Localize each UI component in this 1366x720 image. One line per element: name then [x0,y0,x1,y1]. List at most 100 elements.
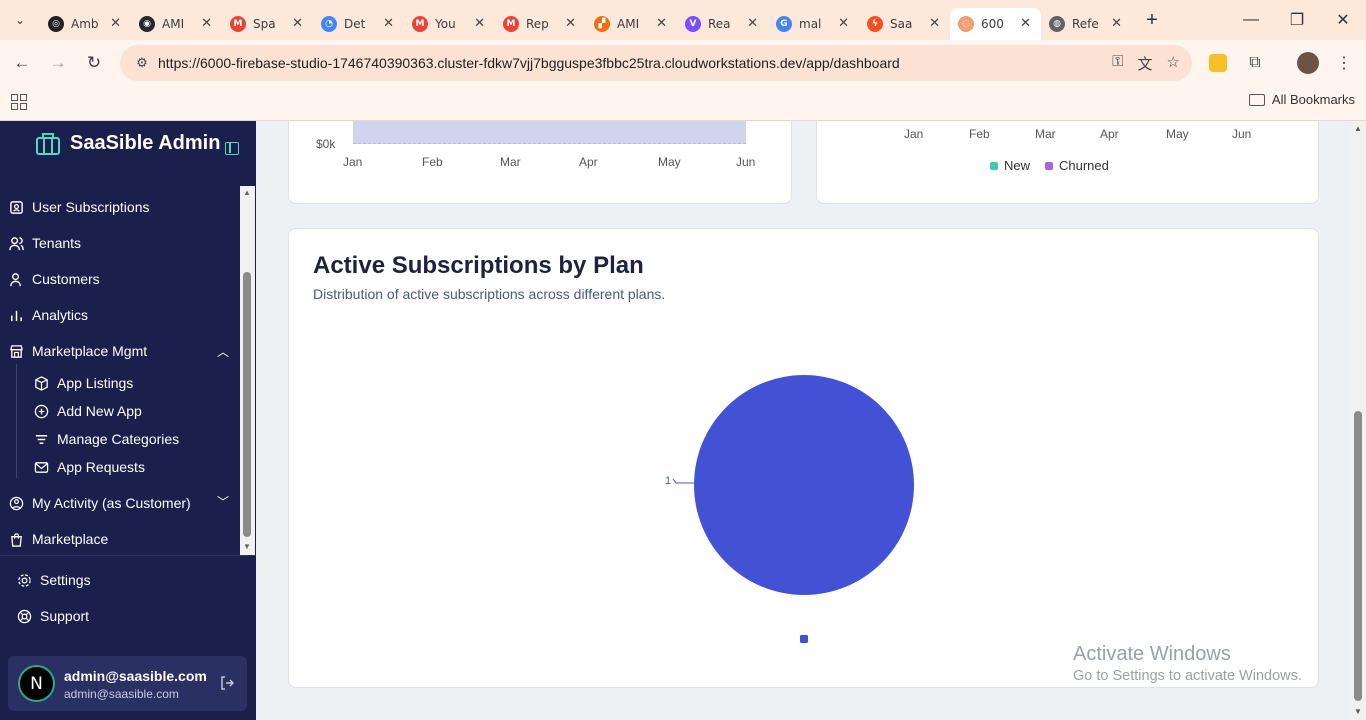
browser-tab[interactable]: ◍ Refe ✕ [1041,8,1132,40]
tab-close-icon[interactable]: ✕ [929,16,940,31]
chevron-down-icon[interactable]: ﹀ [217,493,229,510]
sidebar-item-label: Customers [32,271,100,287]
browser-tab[interactable]: V Rea ✕ [677,8,768,40]
reload-icon[interactable]: ↻ [76,45,112,81]
tab-title: You [435,17,456,31]
tab-title: 600 [981,17,1004,31]
sidebar-item-label: My Activity (as Customer) [32,495,191,511]
sidebar-item-tenants[interactable]: Tenants [8,228,81,258]
back-icon[interactable]: ← [4,45,40,81]
forward-icon[interactable]: → [40,45,76,81]
scroll-up-arrow-icon[interactable]: ▲ [1354,124,1362,133]
browser-tab[interactable]: ◔ Det ✕ [313,8,404,40]
sidebar-item-customers[interactable]: Customers [8,264,100,294]
site-info-icon[interactable]: ⚙ [128,55,156,71]
all-bookmarks-button[interactable]: All Bookmarks [1248,92,1355,107]
tab-favicon-icon: M [503,16,519,32]
sidebar-scroll-thumb[interactable] [243,272,251,537]
sidebar-item-user-subscriptions[interactable]: User Subscriptions [8,192,150,222]
browser-tab[interactable]: ▞ AMI ✕ [586,8,677,40]
scroll-down-arrow-icon[interactable]: ▼ [243,542,251,551]
scroll-up-arrow-icon[interactable]: ▲ [243,188,251,197]
tab-close-icon[interactable]: ✕ [1111,16,1122,31]
browser-tab[interactable]: M Spa ✕ [222,8,313,40]
sidebar-item-label: Analytics [32,307,89,323]
sidebar-subitem-add-new-app[interactable]: Add New App [33,398,142,424]
tab-close-icon[interactable]: ✕ [474,16,485,31]
tab-title: Spa [253,17,276,31]
menu-kebab-icon[interactable]: ⋮ [1332,47,1356,79]
tab-close-icon[interactable]: ✕ [1020,16,1031,31]
scroll-down-arrow-icon[interactable]: ▼ [1354,707,1362,716]
extension-yellow-icon[interactable] [1207,47,1229,79]
new-tab-button[interactable]: + [1136,9,1168,32]
tab-favicon-icon: ◍ [1049,16,1065,32]
tab-favicon-icon: M [230,16,246,32]
browser-tab[interactable]: Gmal ✕ [768,8,859,40]
tab-title: AMI [617,17,640,31]
brand[interactable]: SaaSible Admin [34,129,220,157]
browser-tab[interactable]: M Rep ✕ [495,8,586,40]
sidebar-item-support[interactable]: Support [16,601,89,631]
gear-icon [16,572,32,588]
x-tick-label: Apr [579,155,598,169]
restore-icon[interactable]: ❐ [1274,0,1320,40]
pie-slice[interactable] [694,375,914,595]
submenu-line [16,364,17,478]
sidebar-item-analytics[interactable]: Analytics [8,300,88,330]
sidebar-subitem-app-requests[interactable]: App Requests [33,454,145,480]
tab-title: Saa [890,17,913,31]
tab-search-chevron-icon[interactable]: ⌄ [0,0,40,40]
sidebar-item-label: Support [40,608,90,624]
tab-close-icon[interactable]: ✕ [656,16,667,31]
tab-close-icon[interactable]: ✕ [838,16,849,31]
activate-windows-title: Activate Windows [1073,643,1231,665]
bookmark-star-icon[interactable]: ☆ [1167,53,1180,74]
tab-close-icon[interactable]: ✕ [292,16,303,31]
sidebar-item-my-activity[interactable]: My Activity (as Customer) [8,488,191,518]
browser-tab[interactable]: ϟ Saa ✕ [859,8,950,40]
page-scroll-thumb[interactable] [1354,411,1362,701]
page-scrollbar[interactable]: ▲ ▼ [1350,121,1366,720]
tab-close-icon[interactable]: ✕ [565,16,576,31]
pie-label-leader-line [672,478,694,484]
legend-churned: Churned [1045,158,1109,173]
sidebar-subitem-app-listings[interactable]: App Listings [33,370,133,396]
extensions-puzzle-icon[interactable]: ⧉ [1243,47,1267,79]
translate-icon[interactable]: 文 [1138,53,1153,74]
sidebar-subitem-label: App Listings [57,375,134,391]
filter-icon [33,431,49,447]
browser-tab[interactable]: ◎ Amb ✕ [40,8,131,40]
all-bookmarks-label: All Bookmarks [1271,92,1355,107]
chevron-up-icon[interactable]: ︿ [217,343,229,360]
tab-close-icon[interactable]: ✕ [110,16,121,31]
sidebar-item-label: Marketplace [32,531,109,547]
sidebar-item-marketplace-mgmt[interactable]: Marketplace Mgmt [8,336,147,366]
url-text[interactable]: https://6000-firebase-studio-17467403903… [158,55,900,71]
sidebar-scrollbar[interactable]: ▲ ▼ [240,186,255,555]
tab-favicon-icon: ◌ [958,16,974,32]
tab-close-icon[interactable]: ✕ [201,16,212,31]
sidebar-subitem-manage-categories[interactable]: Manage Categories [33,426,179,452]
address-bar[interactable]: ⚙ https://6000-firebase-studio-174674039… [120,45,1192,81]
minimize-icon[interactable]: — [1228,0,1274,40]
browser-tab[interactable]: ◉ AMI ✕ [131,8,222,40]
sidebar-toggle-icon[interactable] [225,142,239,155]
tab-close-icon[interactable]: ✕ [747,16,758,31]
tab-close-icon[interactable]: ✕ [383,16,394,31]
user-card[interactable]: N admin@saasible.com admin@saasible.com [8,656,247,711]
tab-favicon-icon: V [685,16,701,32]
close-window-icon[interactable]: ✕ [1320,0,1366,40]
sidebar-item-marketplace[interactable]: Marketplace [8,524,108,554]
tab-title: Amb [71,17,99,31]
profile-avatar[interactable] [1296,47,1320,79]
browser-tab[interactable]: ◌ 600 ✕ [950,8,1041,40]
tab-title: Rea [708,17,731,31]
browser-tab[interactable]: M You ✕ [404,8,495,40]
logout-icon[interactable] [219,675,235,691]
sidebar-item-settings[interactable]: Settings [16,565,91,595]
password-key-icon[interactable]: ⚿ [1112,53,1123,74]
legend-swatch-churned [1045,161,1053,170]
users-icon [8,235,24,251]
apps-grid-icon[interactable] [11,94,27,110]
